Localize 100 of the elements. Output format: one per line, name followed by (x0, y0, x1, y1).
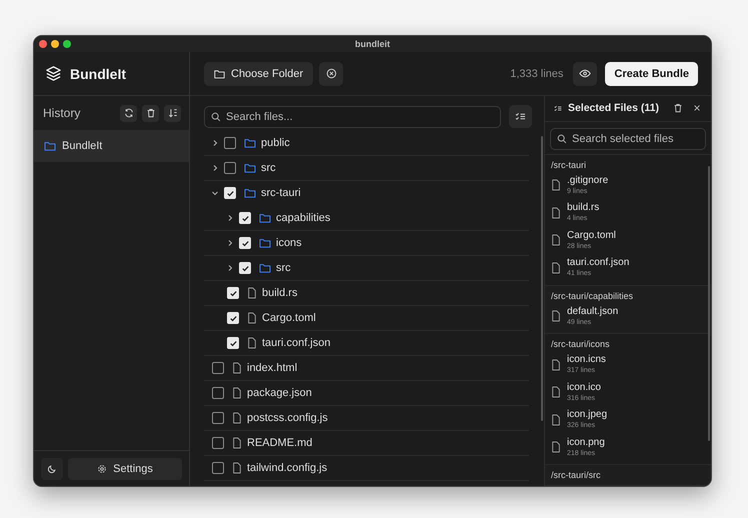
folder-name[interactable]: src (261, 162, 276, 174)
list-check-icon (554, 104, 562, 113)
scrollbar[interactable] (708, 166, 710, 441)
file-name[interactable]: package.json (247, 387, 312, 399)
check-icon (240, 238, 250, 248)
trash-icon[interactable] (146, 108, 156, 118)
history-item-label[interactable]: BundleIt (62, 140, 102, 152)
file-icon (551, 358, 561, 371)
minimize-window-button[interactable] (51, 40, 59, 48)
file-icon (551, 234, 561, 246)
file-icon (232, 437, 242, 449)
zoom-window-button[interactable] (63, 40, 71, 48)
file-name[interactable]: README.md (247, 437, 312, 449)
file-icon (551, 414, 561, 426)
folder-icon (244, 163, 256, 173)
folder-name[interactable]: src-tauri (261, 187, 301, 199)
create-bundle-button[interactable]: Create Bundle (605, 62, 698, 86)
checkbox[interactable] (224, 162, 236, 174)
file-icon (551, 179, 561, 192)
file-name[interactable]: icon.ico (567, 382, 601, 394)
moon-icon[interactable] (47, 464, 57, 474)
refresh-button[interactable] (120, 104, 137, 122)
folder-path: /src-tauri/icons (551, 339, 611, 349)
folder-icon[interactable] (214, 68, 225, 78)
settings-icon[interactable] (97, 464, 108, 474)
choose-folder-button[interactable]: Choose Folder (204, 62, 314, 86)
eye-icon[interactable] (579, 69, 592, 78)
file-name[interactable]: build.rs (262, 287, 298, 299)
file-icon (232, 412, 242, 424)
file-icon (247, 337, 257, 349)
checkbox[interactable] (212, 387, 224, 399)
file-name[interactable]: tauri.conf.json (567, 257, 630, 270)
folder-name[interactable]: capabilities (276, 212, 330, 224)
folder-path: /src-tauri (551, 160, 588, 170)
preview-button[interactable] (573, 62, 598, 86)
close-icon[interactable] (693, 104, 701, 112)
folder-name[interactable]: icons (276, 237, 302, 249)
checkbox[interactable] (212, 412, 224, 424)
file-name[interactable]: Cargo.toml (262, 312, 316, 324)
delete-button[interactable] (142, 104, 159, 122)
file-name[interactable]: build.rs (567, 202, 600, 214)
file-icon (232, 387, 242, 399)
check-icon (228, 338, 238, 348)
search-field[interactable]: Search selected files (550, 128, 706, 150)
panel-title: Selected Files (11) (568, 102, 659, 114)
sort-button[interactable] (164, 104, 181, 122)
file-icon (551, 386, 561, 398)
check-icon (228, 288, 238, 298)
checkbox[interactable] (212, 437, 224, 449)
folder-icon (259, 213, 271, 223)
theme-toggle-button[interactable] (41, 458, 63, 480)
select-list-button[interactable] (509, 105, 532, 128)
file-name[interactable]: postcss.config.js (247, 412, 328, 424)
folder-name[interactable]: src (276, 262, 291, 274)
folder-name[interactable]: public (261, 137, 290, 149)
file-name[interactable]: icon.png (567, 436, 605, 449)
file-name[interactable]: icon.icns (567, 354, 606, 366)
layers-icon (45, 65, 62, 82)
close-window-button[interactable] (39, 40, 47, 48)
checkbox[interactable] (212, 462, 224, 474)
file-name[interactable]: default.json (567, 306, 618, 318)
file-name[interactable]: icon.jpeg (567, 409, 608, 422)
check-icon (226, 188, 234, 198)
settings-button[interactable]: Settings (68, 458, 182, 480)
file-icon (247, 312, 257, 324)
folder-path: /src-tauri/src (551, 470, 602, 480)
file-icon (551, 262, 561, 274)
file-icon (247, 287, 257, 299)
close-icon[interactable] (326, 68, 337, 79)
scrollbar[interactable] (541, 136, 543, 421)
file-name[interactable]: index.html (247, 362, 298, 374)
checkbox[interactable] (224, 137, 236, 149)
folder-icon (259, 263, 271, 273)
check-icon (240, 264, 250, 272)
file-name[interactable]: Cargo.toml (567, 230, 616, 242)
file-icon (232, 362, 242, 374)
file-name[interactable]: .gitignore (567, 174, 608, 187)
line-count: 1,333 lines (510, 68, 564, 80)
file-name[interactable]: tauri.conf.json (262, 337, 330, 349)
refresh-icon[interactable] (124, 108, 134, 118)
folder-icon (259, 238, 271, 248)
folder-icon (244, 188, 256, 198)
file-name[interactable]: tailwind.config.js (247, 462, 328, 474)
checkbox[interactable] (212, 362, 224, 374)
folder-icon (244, 138, 256, 148)
folder-path: /src-tauri/capabilities (551, 290, 634, 300)
window-title: bundleit (355, 39, 390, 49)
list-check-icon[interactable] (515, 112, 526, 121)
file-icon (551, 441, 561, 454)
file-icon (551, 310, 561, 322)
file-icon (232, 462, 242, 474)
clear-button[interactable] (319, 62, 344, 86)
file-icon (551, 206, 561, 219)
history-heading: History (43, 106, 82, 120)
sort-icon[interactable] (168, 108, 178, 118)
history-item[interactable]: BundleIt (34, 130, 189, 162)
check-icon (228, 314, 238, 322)
folder-icon (44, 141, 56, 151)
app-name: BundleIt (70, 66, 126, 82)
search-field[interactable]: Search files... (204, 106, 501, 128)
